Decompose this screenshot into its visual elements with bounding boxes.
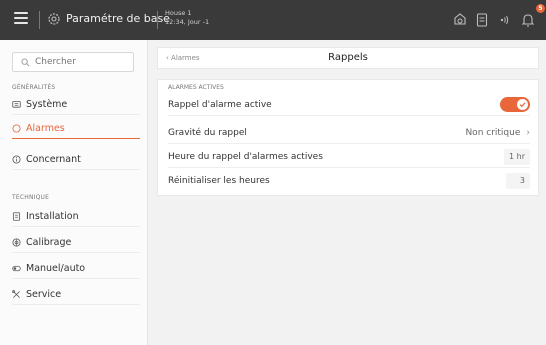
- setting-row-reminder-severity[interactable]: Gravité du rappel Non critique ›: [168, 122, 530, 144]
- settings-gear-icon: [48, 13, 60, 25]
- divider: [39, 11, 40, 29]
- alarm-bell-icon[interactable]: [520, 12, 536, 28]
- sidebar-item-calibrage[interactable]: Calibrage: [12, 232, 140, 252]
- check-icon: [519, 102, 526, 108]
- setting-label: Rappel d'alarme active: [168, 99, 272, 110]
- alarm-icon: [12, 124, 21, 133]
- service-icon: [12, 289, 20, 298]
- location-info: House 1 12:34, Jour -1: [165, 9, 209, 27]
- sidebar-item-label: Installation: [26, 210, 79, 222]
- setting-label: Heure du rappel d'alarmes actives: [168, 151, 323, 162]
- sidebar-item-label: Manuel/auto: [26, 262, 86, 274]
- setting-row-reset-hours: Réinitialiser les heures 3: [168, 170, 530, 192]
- chevron-right-icon: ›: [526, 127, 530, 138]
- app-title: Paramétre de base: [66, 12, 170, 25]
- sidebar-item-label: Calibrage: [26, 236, 72, 248]
- settings-panel: ALARMES ACTIVES Rappel d'alarme active G…: [157, 79, 539, 196]
- divider: [12, 304, 140, 305]
- severity-select[interactable]: Non critique ›: [465, 128, 530, 138]
- info-icon: [12, 154, 21, 164]
- menu-icon[interactable]: [14, 12, 28, 26]
- sidebar-item-installation[interactable]: Installation: [12, 206, 140, 226]
- location-name: House 1: [165, 9, 192, 17]
- report-icon[interactable]: [474, 12, 490, 28]
- severity-value: Non critique: [465, 127, 521, 138]
- divider: [12, 278, 140, 279]
- active-alarm-reminder-toggle[interactable]: [500, 97, 530, 112]
- section-label-active-alarms: ALARMES ACTIVES: [168, 84, 224, 91]
- sidebar-item-service[interactable]: Service: [12, 284, 140, 304]
- top-bar: Paramétre de base House 1 12:34, Jour -1…: [0, 0, 546, 40]
- page-title: Rappels: [328, 52, 368, 63]
- calibration-icon: [12, 237, 21, 247]
- installation-icon: [12, 211, 21, 221]
- setting-label: Gravité du rappel: [168, 127, 247, 138]
- setting-row-active-alarm-reminder: Rappel d'alarme active: [168, 94, 530, 116]
- alarm-count-badge: 5: [536, 4, 545, 13]
- sidebar-item-label: Service: [26, 288, 62, 300]
- sidebar-item-alarmes[interactable]: Alarmes: [12, 119, 140, 139]
- manual-auto-icon: [12, 265, 21, 271]
- search-box[interactable]: [12, 52, 134, 72]
- section-label-general: GÉNÉRALITÉS: [12, 84, 56, 91]
- signal-icon[interactable]: [496, 12, 512, 28]
- divider: [12, 252, 140, 253]
- section-label-technical: TECHNIQUE: [12, 194, 50, 201]
- content-header: ‹ Alarmes Rappels: [157, 47, 539, 69]
- divider: [12, 226, 140, 227]
- divider: [157, 11, 158, 29]
- system-icon: [12, 100, 21, 108]
- sidebar-item-label: Système: [26, 98, 68, 110]
- sidebar-item-label: Alarmes: [26, 123, 65, 134]
- reminder-hours-input[interactable]: 1 hr: [504, 148, 530, 165]
- divider: [12, 114, 140, 115]
- sidebar-item-systeme[interactable]: Système: [12, 94, 140, 114]
- sidebar-item-label: Concernant: [26, 153, 81, 165]
- date-time: 12:34, Jour -1: [165, 18, 210, 26]
- sidebar-item-manuel-auto[interactable]: Manuel/auto: [12, 258, 140, 278]
- setting-label: Réinitialiser les heures: [168, 176, 270, 186]
- setting-row-reminder-time: Heure du rappel d'alarmes actives 1 hr: [168, 146, 530, 168]
- sidebar-item-concernant[interactable]: Concernant: [12, 149, 140, 169]
- divider: [12, 169, 140, 170]
- search-icon: [21, 58, 30, 67]
- toggle-knob: [517, 99, 528, 110]
- climate-icon[interactable]: [452, 12, 468, 28]
- sidebar: GÉNÉRALITÉS Système Alarmes Concernant T…: [0, 40, 148, 345]
- reset-hours-input[interactable]: 3: [506, 173, 530, 189]
- search-input[interactable]: [35, 55, 131, 69]
